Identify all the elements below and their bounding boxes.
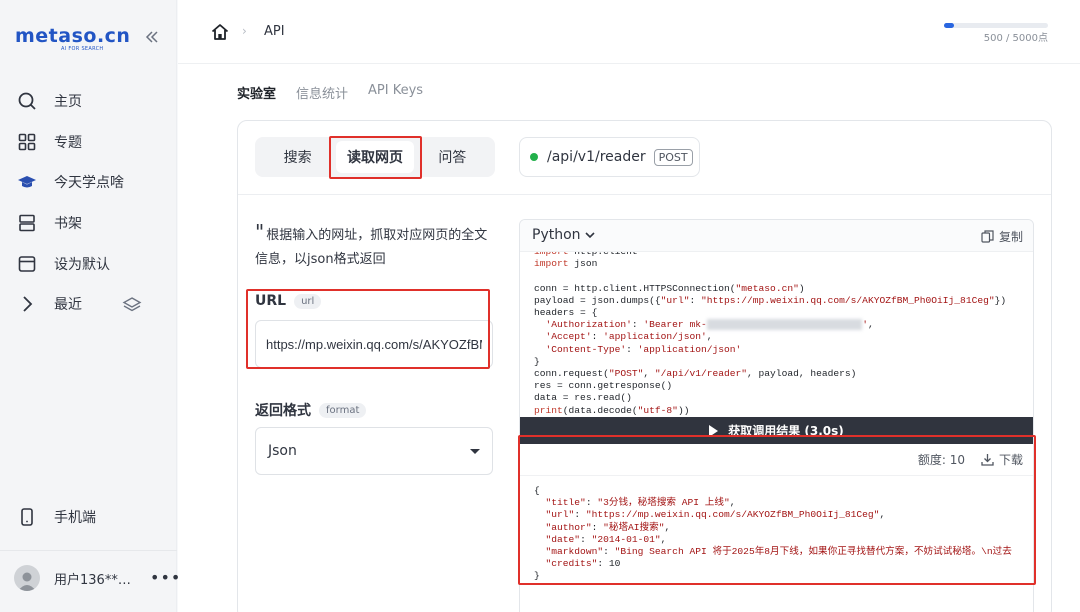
sidebar-item-mobile[interactable]: 手机端 — [16, 503, 166, 531]
sidebar-item-home[interactable]: 主页 — [16, 87, 166, 115]
download-icon — [981, 454, 994, 466]
segment-qa[interactable]: 问答 — [414, 141, 491, 173]
chevron-down-icon — [470, 449, 480, 454]
copy-label: 复制 — [998, 230, 1023, 244]
phone-icon — [16, 506, 38, 528]
breadcrumb-separator-icon: › — [242, 24, 247, 38]
divider — [0, 550, 177, 551]
user-name: 用户136**… — [54, 572, 131, 588]
home-icon[interactable] — [210, 22, 230, 42]
segment-reader[interactable]: 读取网页 — [336, 141, 414, 173]
avatar — [14, 565, 40, 591]
format-field-label: 返回格式 format — [255, 400, 367, 420]
format-param-tag: format — [319, 402, 367, 418]
endpoint-badge: /api/v1/reader POST — [519, 137, 700, 177]
download-label: 下载 — [998, 453, 1023, 467]
copy-icon — [981, 230, 994, 243]
quota-text: 500 / 5000点 — [983, 33, 1048, 44]
copy-button[interactable]: 复制 — [981, 228, 1023, 245]
api-description: " 根据输入的网址，抓取对应网页的全文信息，以json格式返回 — [255, 220, 495, 272]
grid-icon — [16, 131, 38, 153]
result-meta: 额度: 10 下载 — [520, 444, 1033, 476]
format-select[interactable]: Json — [255, 427, 493, 475]
more-options-icon[interactable]: ••• — [150, 568, 181, 587]
sidebar-item-label: 主页 — [54, 94, 82, 110]
chevron-down-icon — [585, 232, 595, 239]
language-select[interactable]: Python — [532, 227, 595, 243]
graduation-cap-icon — [16, 171, 38, 193]
url-label: URL — [255, 293, 287, 309]
url-field-label: URL url — [255, 293, 322, 309]
main-content: 实验室 信息统计 API Keys 搜索 读取网页 问答 /api/v1/rea… — [178, 64, 1080, 612]
description-text: 根据输入的网址，抓取对应网页的全文信息，以json格式返回 — [255, 228, 488, 267]
http-method-badge: POST — [653, 148, 693, 166]
search-icon — [16, 90, 38, 112]
api-type-segmented-control: 搜索 读取网页 问答 — [255, 137, 495, 177]
card-header: 搜索 读取网页 问答 /api/v1/reader POST — [238, 121, 1051, 195]
quota-used: 额度: 10 — [917, 453, 965, 467]
redacted-key: xxxxxxxxxxxxxxxxxxxxxxxxxxx — [706, 319, 863, 331]
run-label: 获取调用结果 (3.0s) — [728, 424, 844, 438]
sidebar-item-label: 最近 — [54, 297, 82, 313]
run-button[interactable]: 获取调用结果 (3.0s) — [520, 417, 1033, 444]
sidebar: metaso.cn AI FOR SEARCH 主页 专题 今天学点啥 书架 设… — [0, 0, 180, 612]
code-block: import http.client import json conn = ht… — [534, 246, 1007, 416]
sidebar-item-bookshelf[interactable]: 书架 — [16, 209, 166, 237]
sidebar-item-topics[interactable]: 专题 — [16, 128, 166, 156]
tab-lab[interactable]: 实验室 — [237, 83, 276, 102]
page-tabs: 实验室 信息统计 API Keys — [237, 83, 423, 102]
sidebar-item-learn[interactable]: 今天学点啥 — [16, 168, 166, 196]
sidebar-item-label: 今天学点啥 — [54, 175, 124, 191]
endpoint-path: /api/v1/reader — [547, 149, 646, 165]
quota-progress-fill — [944, 23, 955, 28]
url-param-tag: url — [294, 293, 322, 309]
play-icon — [709, 424, 719, 437]
format-label: 返回格式 — [255, 403, 311, 419]
result-block: { "title": "3分钱，秘塔搜索 API 上线", "url": "ht… — [534, 485, 1012, 582]
sidebar-item-label: 设为默认 — [54, 257, 110, 273]
url-input[interactable] — [255, 320, 493, 368]
breadcrumb[interactable]: API — [264, 24, 285, 39]
browser-window-icon — [16, 253, 38, 275]
sidebar-item-recent[interactable]: 最近 — [16, 290, 166, 318]
layers-icon[interactable] — [122, 296, 142, 314]
tab-stats[interactable]: 信息统计 — [296, 83, 348, 102]
status-dot-icon — [530, 153, 538, 161]
sidebar-item-label: 手机端 — [54, 510, 96, 526]
bookshelf-icon — [16, 212, 38, 234]
chevron-right-icon — [16, 293, 38, 315]
code-panel-header: Python 复制 — [520, 220, 1033, 252]
code-panel: Python 复制 import http.client import json… — [519, 219, 1034, 612]
quote-icon: " — [255, 220, 265, 244]
download-button[interactable]: 下载 — [981, 451, 1023, 468]
sidebar-item-label: 专题 — [54, 135, 82, 151]
sidebar-item-set-default[interactable]: 设为默认 — [16, 250, 166, 278]
format-select-value: Json — [268, 443, 297, 459]
top-bar: › API 500 / 5000点 — [178, 0, 1080, 64]
tab-api-keys[interactable]: API Keys — [368, 83, 423, 102]
logo[interactable]: metaso.cn AI FOR SEARCH — [15, 25, 131, 52]
logo-text: metaso.cn — [15, 25, 131, 47]
quota-progress-bar — [944, 23, 1048, 28]
api-playground-card: 搜索 读取网页 问答 /api/v1/reader POST " 根据输入的网址，… — [237, 120, 1052, 612]
segment-search[interactable]: 搜索 — [259, 141, 336, 173]
collapse-sidebar-icon[interactable] — [144, 29, 162, 49]
sidebar-item-label: 书架 — [54, 216, 82, 232]
language-label: Python — [532, 227, 581, 243]
